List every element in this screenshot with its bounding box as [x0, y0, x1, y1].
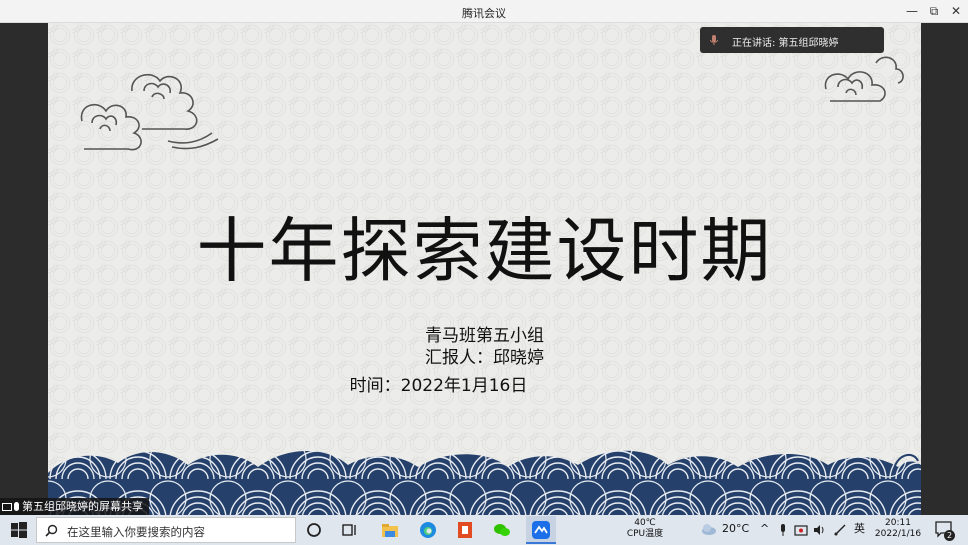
speaking-label: 正在讲话: 第五组邱晓婷 [732, 38, 839, 49]
mic-tray-icon[interactable] [777, 523, 789, 537]
cpu-temp-value: 40℃ [634, 518, 656, 528]
microphone-icon [710, 35, 718, 45]
cortana-icon[interactable] [304, 520, 324, 540]
screen-share-label: 第五组邱晓婷的屏幕共享 [0, 498, 149, 515]
slide-date: 时间：2022年1月16日 [349, 376, 528, 396]
slide-title: 十年探索建设时期 [196, 210, 773, 292]
window-title: 腾讯会议 [462, 7, 506, 20]
windows-start-icon[interactable] [9, 520, 29, 540]
windows-taskbar: 在这里输入你要搜索的内容 40℃ CPU温度 20°C ^ 英 20:11 20… [0, 515, 968, 545]
mic-icon [14, 502, 19, 511]
restore-button[interactable]: ⧉ [926, 3, 942, 19]
wechat-icon[interactable] [492, 520, 512, 540]
slide-reporter: 汇报人：邱晓婷 [425, 348, 544, 368]
shared-screen-area: 十年探索建设时期 青马班第五小组 汇报人：邱晓婷 时间：2022年1月16日 正… [0, 23, 968, 515]
wave-decoration-icon [48, 450, 921, 515]
clock-date: 2022/1/16 [874, 529, 922, 539]
cpu-temperature-widget[interactable]: 40℃ CPU温度 [620, 518, 670, 540]
weather-cloud-icon[interactable] [700, 521, 718, 537]
office-icon[interactable] [455, 520, 475, 540]
edge-browser-icon[interactable] [418, 520, 438, 540]
active-speaker-indicator: 正在讲话: 第五组邱晓婷 [700, 27, 884, 53]
screen-share-text: 第五组邱晓婷的屏幕共享 [22, 500, 143, 513]
cloud-decoration-icon [824, 56, 904, 102]
window-titlebar: 腾讯会议 — ⧉ ✕ [0, 0, 968, 23]
clock[interactable]: 20:11 2022/1/16 [872, 518, 924, 540]
camera-tray-icon[interactable] [794, 523, 808, 537]
cloud-decoration-icon [80, 73, 219, 151]
tray-overflow-chevron-icon[interactable]: ^ [760, 523, 769, 534]
screen-share-icon [2, 503, 12, 511]
close-button[interactable]: ✕ [948, 3, 964, 19]
cpu-temp-label: CPU温度 [626, 529, 664, 539]
search-placeholder: 在这里输入你要搜索的内容 [67, 525, 205, 539]
input-method-indicator[interactable]: 英 [854, 523, 865, 534]
clock-time: 20:11 [885, 518, 911, 528]
presentation-slide: 十年探索建设时期 青马班第五小组 汇报人：邱晓婷 时间：2022年1月16日 [48, 23, 921, 515]
volume-icon[interactable] [812, 523, 826, 537]
notification-count-badge: 2 [944, 530, 955, 541]
file-explorer-icon[interactable] [380, 520, 400, 540]
taskbar-search-box[interactable]: 在这里输入你要搜索的内容 [36, 517, 296, 543]
task-view-icon[interactable] [340, 520, 360, 540]
search-icon [45, 524, 58, 537]
weather-temperature[interactable]: 20°C [722, 523, 749, 534]
network-icon[interactable] [833, 523, 847, 537]
minimize-button[interactable]: — [904, 3, 920, 19]
tencent-meeting-taskbar-button[interactable] [526, 516, 556, 544]
tencent-meeting-icon [532, 521, 550, 539]
